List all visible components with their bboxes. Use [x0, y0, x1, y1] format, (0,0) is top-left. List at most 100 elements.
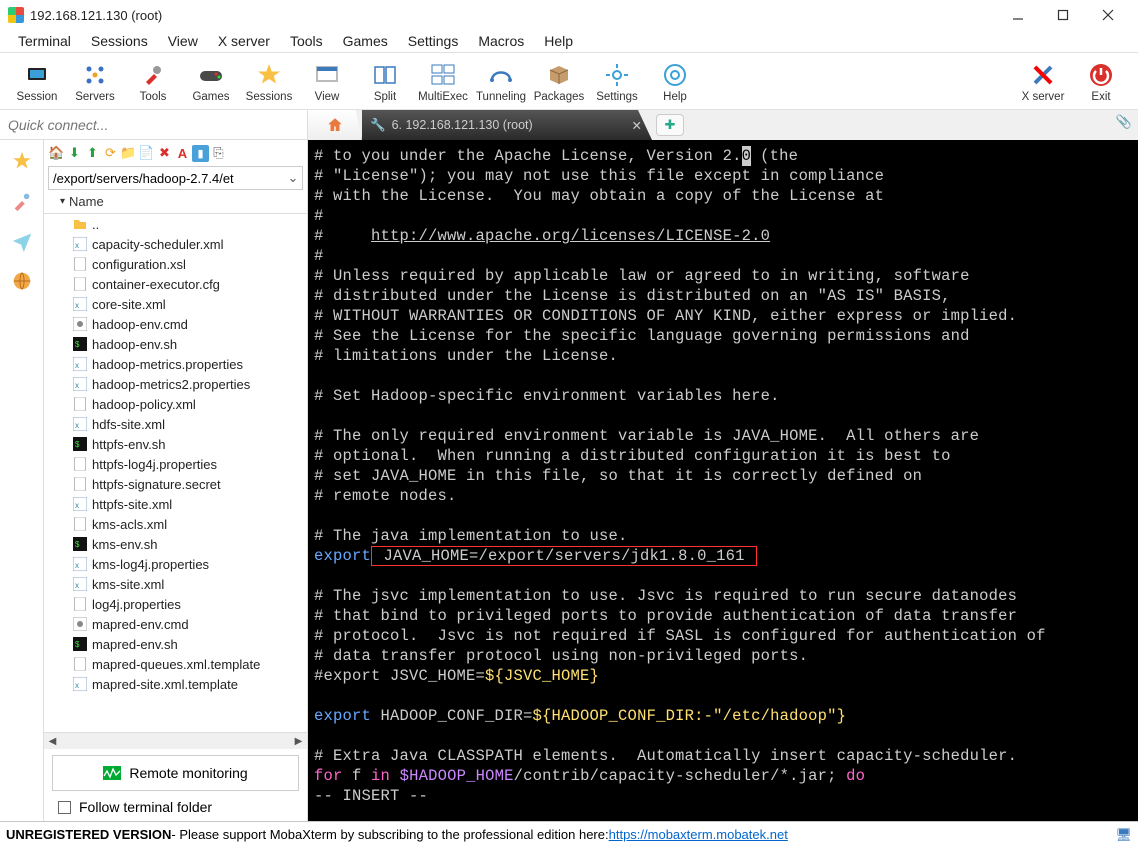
file-row[interactable]: $httpfs-env.sh [44, 434, 307, 454]
menu-tools[interactable]: Tools [280, 31, 333, 51]
file-row[interactable]: xkms-site.xml [44, 574, 307, 594]
menu-macros[interactable]: Macros [468, 31, 534, 51]
file-row[interactable]: httpfs-log4j.properties [44, 454, 307, 474]
tool-split[interactable]: Split [356, 61, 414, 103]
file-row[interactable]: kms-acls.xml [44, 514, 307, 534]
column-header-name[interactable]: Name [69, 194, 104, 209]
menu-help[interactable]: Help [534, 31, 583, 51]
checkbox-icon[interactable] [58, 801, 71, 814]
file-row[interactable]: log4j.properties [44, 594, 307, 614]
wrench-icon: 🔧 [370, 118, 386, 133]
collapse-icon[interactable]: ▾ [60, 196, 65, 207]
tool-help[interactable]: Help [646, 61, 704, 103]
tool-settings[interactable]: Settings [588, 61, 646, 103]
file-row[interactable]: configuration.xsl [44, 254, 307, 274]
tool-exit[interactable]: Exit [1072, 61, 1130, 103]
tool-x-server[interactable]: X server [1014, 61, 1072, 103]
download-icon[interactable]: ⬇ [66, 145, 83, 162]
maximize-button[interactable] [1040, 0, 1085, 30]
menu-settings[interactable]: Settings [398, 31, 469, 51]
tools-tab-icon[interactable] [9, 188, 35, 214]
file-row[interactable]: $kms-env.sh [44, 534, 307, 554]
sh-file-icon: $ [72, 436, 88, 452]
tab-label: 6. 192.168.121.130 (root) [392, 118, 533, 132]
tool-servers[interactable]: Servers [66, 61, 124, 103]
minimize-button[interactable] [995, 0, 1040, 30]
tool-tunneling[interactable]: Tunneling [472, 61, 530, 103]
new-file-icon[interactable]: 📄 [138, 145, 155, 162]
follow-terminal-checkbox[interactable]: Follow terminal folder [44, 795, 307, 821]
paperclip-icon[interactable]: 📎 [1116, 114, 1132, 130]
remote-monitoring-button[interactable]: Remote monitoring [52, 755, 299, 791]
file-row[interactable]: hadoop-env.cmd [44, 314, 307, 334]
menu-games[interactable]: Games [333, 31, 398, 51]
subscribe-link[interactable]: https://mobaxterm.mobatek.net [609, 827, 788, 842]
terminal-view[interactable]: # to you under the Apache License, Versi… [308, 140, 1138, 821]
file-row[interactable]: $mapred-env.sh [44, 634, 307, 654]
menu-terminal[interactable]: Terminal [8, 31, 81, 51]
close-tab-icon[interactable]: ✕ [632, 118, 642, 133]
chevron-down-icon[interactable]: ⌄ [284, 170, 302, 186]
file-row[interactable]: mapred-env.cmd [44, 614, 307, 634]
tool-packages[interactable]: Packages [530, 61, 588, 103]
quick-connect-input[interactable] [0, 111, 307, 139]
file-row[interactable]: xcapacity-scheduler.xml [44, 234, 307, 254]
tool-multiexec[interactable]: MultiExec [414, 61, 472, 103]
bookmark-icon[interactable]: ▮ [192, 145, 209, 162]
settings-icon [603, 61, 631, 89]
delete-icon[interactable]: ✖ [156, 145, 173, 162]
menu-view[interactable]: View [158, 31, 208, 51]
upload-icon[interactable]: ⬆ [84, 145, 101, 162]
unregistered-label: UNREGISTERED VERSION [6, 827, 171, 842]
file-row[interactable]: xhadoop-metrics2.properties [44, 374, 307, 394]
svg-text:x: x [75, 561, 79, 570]
star-tab-icon[interactable] [9, 148, 35, 174]
svg-text:x: x [75, 241, 79, 250]
file-row[interactable]: hadoop-policy.xml [44, 394, 307, 414]
parent-dir[interactable]: .. [44, 214, 307, 234]
terminal-follow-icon[interactable]: ⎘ [210, 145, 227, 162]
highlighted-export-line: JAVA_HOME=/export/servers/jdk1.8.0_161 [371, 546, 757, 566]
file-row[interactable]: xhttpfs-site.xml [44, 494, 307, 514]
globe-tab-icon[interactable] [9, 268, 35, 294]
file-row[interactable]: container-executor.cfg [44, 274, 307, 294]
tool-view[interactable]: View [298, 61, 356, 103]
horizontal-scrollbar[interactable]: ◀▶ [44, 732, 307, 749]
tool-games[interactable]: Games [182, 61, 240, 103]
file-row[interactable]: xcore-site.xml [44, 294, 307, 314]
close-button[interactable] [1085, 0, 1130, 30]
connection-icon[interactable]: 🖥 [1115, 827, 1132, 843]
new-folder-icon[interactable]: 📁 [120, 145, 137, 162]
svg-text:x: x [75, 381, 79, 390]
file-row[interactable]: xkms-log4j.properties [44, 554, 307, 574]
exit-icon [1087, 61, 1115, 89]
refresh-icon[interactable]: ⟳ [102, 145, 119, 162]
file-tree[interactable]: ..xcapacity-scheduler.xmlconfiguration.x… [44, 214, 307, 732]
tool-session[interactable]: Session [8, 61, 66, 103]
txt-file-icon [72, 516, 88, 532]
txt-file-icon [72, 596, 88, 612]
home-icon[interactable]: 🏠 [48, 145, 65, 162]
svg-text:$: $ [75, 340, 80, 349]
tool-tools[interactable]: Tools [124, 61, 182, 103]
send-tab-icon[interactable] [9, 228, 35, 254]
menu-sessions[interactable]: Sessions [81, 31, 158, 51]
servers-icon [81, 61, 109, 89]
file-row[interactable]: mapred-queues.xml.template [44, 654, 307, 674]
terminal-tab[interactable]: 🔧 6. 192.168.121.130 (root) ✕ [362, 110, 652, 140]
path-input[interactable] [49, 171, 284, 186]
new-tab-button[interactable]: ✚ [656, 114, 684, 136]
sh-file-icon: $ [72, 536, 88, 552]
file-row[interactable]: xmapred-site.xml.template [44, 674, 307, 694]
file-row[interactable]: xhadoop-metrics.properties [44, 354, 307, 374]
menu-x-server[interactable]: X server [208, 31, 280, 51]
text-icon[interactable]: A [174, 145, 191, 162]
file-row[interactable]: httpfs-signature.secret [44, 474, 307, 494]
file-row[interactable]: xhdfs-site.xml [44, 414, 307, 434]
tool-sessions[interactable]: Sessions [240, 61, 298, 103]
file-row[interactable]: $hadoop-env.sh [44, 334, 307, 354]
path-field[interactable]: ⌄ [48, 166, 303, 190]
home-tab[interactable] [308, 110, 362, 140]
games-icon [197, 61, 225, 89]
svg-text:x: x [75, 301, 79, 310]
